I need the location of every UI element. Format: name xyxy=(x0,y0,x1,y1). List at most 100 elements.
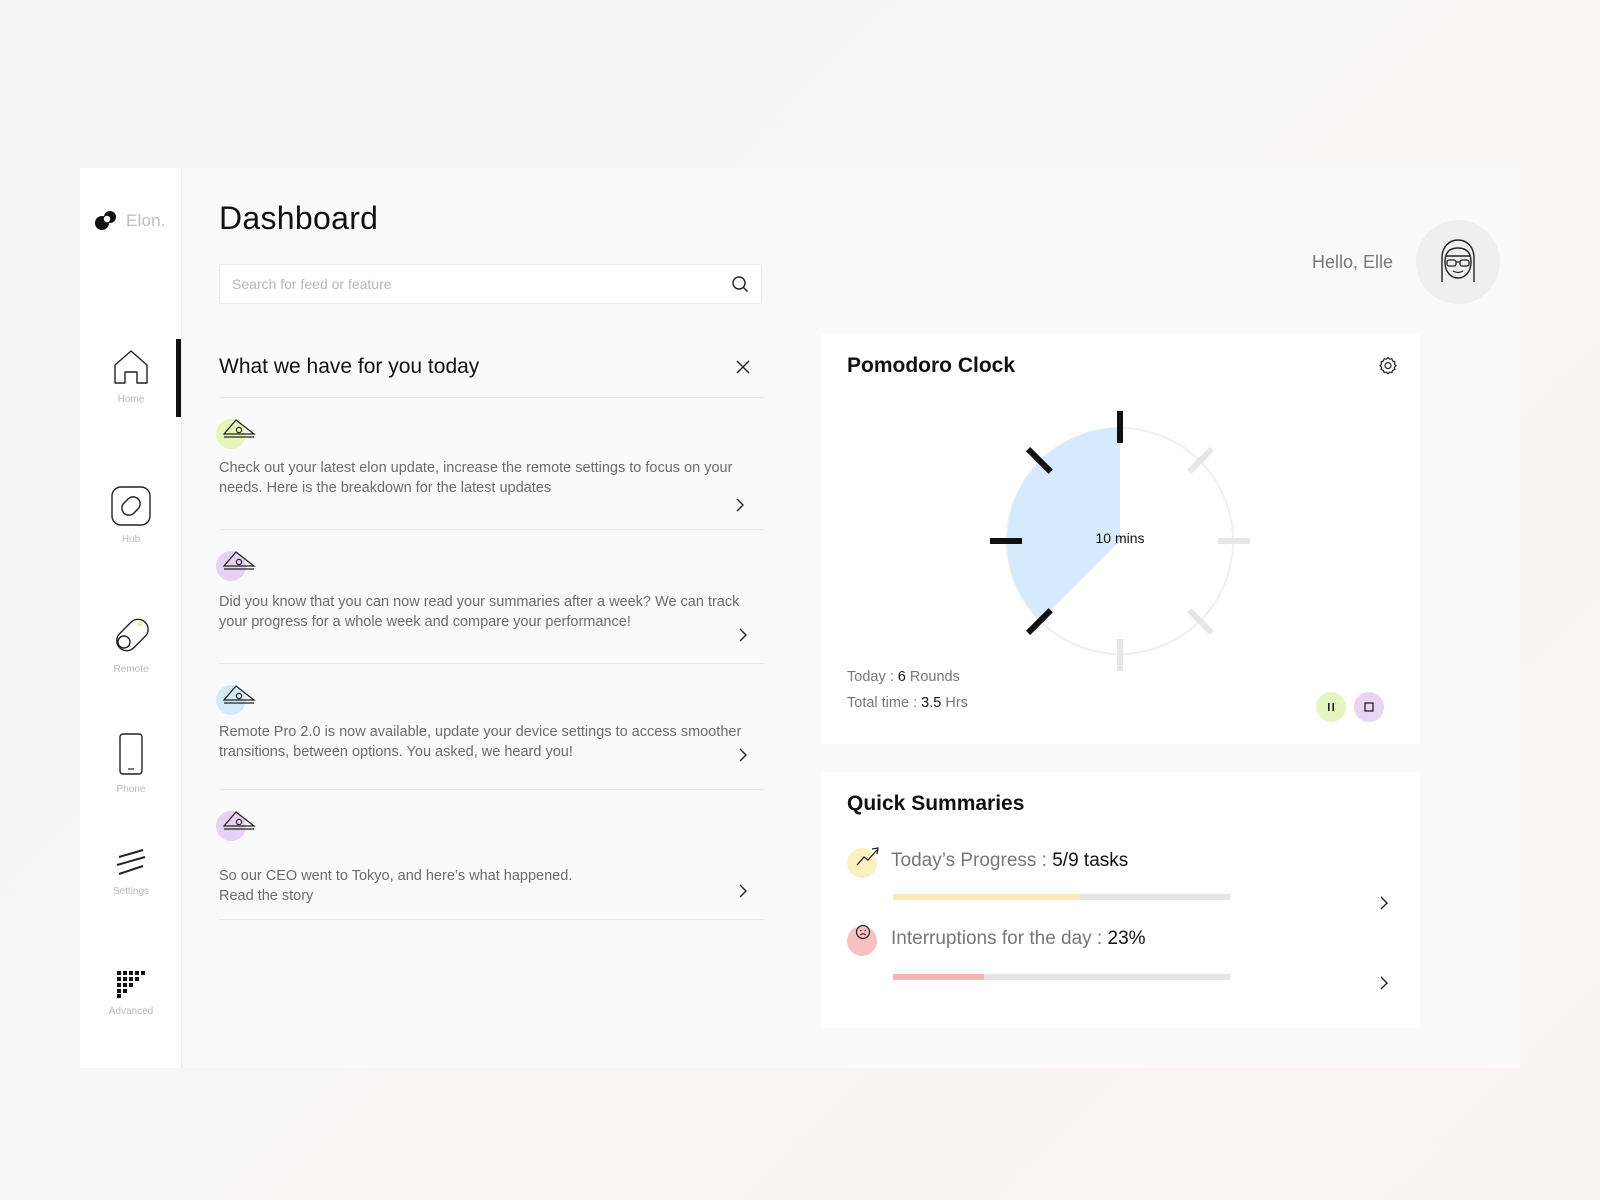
sidebar-item-settings[interactable]: Settings xyxy=(80,848,182,897)
total-value: 3.5 xyxy=(921,695,942,711)
sidebar: Elon. Home Hub Remote Phone Settings Adv… xyxy=(80,168,182,1068)
today-label: Today : xyxy=(847,669,898,685)
interruptions-label: Interruptions for the day : xyxy=(891,928,1108,949)
update-eye-icon xyxy=(222,551,256,570)
progress-label: Today’s Progress : xyxy=(891,850,1053,871)
chevron-right-icon xyxy=(739,628,747,642)
today-rounds: Today : 6 Rounds xyxy=(847,664,968,690)
feed-item-open-button[interactable] xyxy=(734,882,752,900)
sidebar-item-label: Home xyxy=(117,394,145,405)
progress-icon-badge xyxy=(847,847,879,878)
interruptions-text: Interruptions for the day : 23% xyxy=(891,928,1146,950)
grid-icon xyxy=(117,971,145,998)
sidebar-item-advanced[interactable]: Advanced xyxy=(80,970,182,1017)
today-value: 6 xyxy=(897,669,906,685)
avatar[interactable] xyxy=(1416,220,1500,304)
feed-item-badge xyxy=(216,416,262,450)
interruptions-icon-badge xyxy=(847,924,877,956)
total-time: Total time : 3.5 Hrs xyxy=(847,690,968,716)
feed-item-open-button[interactable] xyxy=(734,626,752,644)
sidebar-item-label: Advanced xyxy=(108,1006,154,1017)
progress-text: Today’s Progress : 5/9 tasks xyxy=(891,850,1128,872)
feed-item-text: Check out your latest elon update, incre… xyxy=(219,460,733,496)
settings-lines-icon xyxy=(116,849,146,875)
chevron-right-icon xyxy=(736,498,744,512)
pomodoro-stats: Today : 6 Rounds Total time : 3.5 Hrs xyxy=(847,664,968,716)
main-content: Dashboard Hello, Elle What we ha xyxy=(182,168,1520,1068)
feed-panel: What we have for you today Check out you… xyxy=(216,336,764,920)
clock-tick xyxy=(1187,446,1215,474)
chevron-right-icon xyxy=(1380,896,1388,910)
page-title: Dashboard xyxy=(219,200,379,236)
feed-item[interactable]: Did you know that you can now read your … xyxy=(216,530,764,664)
stop-icon xyxy=(1364,702,1374,712)
total-unit: Hrs xyxy=(941,695,968,711)
clock-elapsed-sector xyxy=(1007,428,1120,621)
interruptions-bar-fill xyxy=(893,974,984,980)
progress-value: 5/9 tasks xyxy=(1052,850,1129,871)
user-greeting: Hello, Elle xyxy=(1312,252,1394,272)
pause-icon xyxy=(1328,703,1334,711)
update-eye-icon xyxy=(222,811,256,830)
remote-icon xyxy=(116,618,149,652)
clock-remaining-label: 10 mins xyxy=(1095,530,1145,546)
pomodoro-card: Pomodoro Clock 10 mins Today : 6 Rounds … xyxy=(822,334,1420,744)
feed-header: What we have for you today xyxy=(219,336,764,398)
feed-item-text: Remote Pro 2.0 is now available, update … xyxy=(219,724,742,760)
hub-icon xyxy=(111,486,151,526)
sad-face-icon xyxy=(855,924,871,940)
pause-button[interactable] xyxy=(1316,692,1346,722)
sidebar-item-label: Phone xyxy=(116,784,146,795)
brand-mark-icon xyxy=(95,211,116,230)
search-input[interactable] xyxy=(232,276,731,292)
brand-name: Elon. xyxy=(126,211,166,230)
stop-button[interactable] xyxy=(1354,692,1384,722)
app-window: Elon. Home Hub Remote Phone Settings Adv… xyxy=(80,168,1520,1068)
search-bar xyxy=(219,264,762,304)
update-eye-icon xyxy=(222,685,256,704)
feed-item-badge xyxy=(216,682,262,716)
brand-logo[interactable]: Elon. xyxy=(94,210,166,232)
feed-item[interactable]: So our CEO went to Tokyo, and here’s wha… xyxy=(216,790,764,920)
quick-summaries-card: Quick Summaries Today’s Progress : 5/9 t… xyxy=(822,772,1420,1028)
pomodoro-title: Pomodoro Clock xyxy=(847,354,1016,377)
chevron-right-icon xyxy=(1380,976,1388,990)
phone-icon xyxy=(119,733,143,775)
feed-item-text: So our CEO went to Tokyo, and here’s wha… xyxy=(219,868,573,904)
clock-tick xyxy=(1187,608,1215,636)
close-button[interactable] xyxy=(730,354,756,380)
feed-item[interactable]: Remote Pro 2.0 is now available, update … xyxy=(216,664,764,790)
feed-item-badge xyxy=(216,548,262,582)
feed-item-badge xyxy=(216,808,262,842)
sidebar-item-label: Settings xyxy=(112,886,150,897)
interruptions-open-button[interactable] xyxy=(1375,974,1393,992)
today-unit: Rounds xyxy=(905,669,960,685)
feed-item-open-button[interactable] xyxy=(731,496,749,514)
feed-item-open-button[interactable] xyxy=(734,746,752,764)
feed-item-text: Did you know that you can now read your … xyxy=(219,594,740,630)
interruptions-value: 23% xyxy=(1107,928,1146,949)
progress-bar-fill xyxy=(893,894,1081,900)
pomodoro-settings-button[interactable] xyxy=(1378,356,1398,376)
gear-icon xyxy=(1379,356,1397,375)
trend-up-icon xyxy=(856,847,879,866)
total-label: Total time : xyxy=(847,695,922,711)
interruptions-bar xyxy=(893,974,1230,980)
close-icon xyxy=(736,360,750,373)
feed-title: What we have for you today xyxy=(219,354,480,378)
sidebar-item-home[interactable]: Home xyxy=(80,348,182,405)
chevron-right-icon xyxy=(739,748,747,762)
sidebar-item-label: Remote xyxy=(113,664,149,675)
search-icon[interactable] xyxy=(731,275,749,293)
summaries-title: Quick Summaries xyxy=(847,792,1025,815)
sidebar-item-hub[interactable]: Hub xyxy=(80,486,182,545)
progress-bar xyxy=(893,894,1230,900)
sidebar-item-label: Hub xyxy=(121,534,141,545)
user-avatar-icon xyxy=(1441,239,1475,282)
feed-item[interactable]: Check out your latest elon update, incre… xyxy=(216,398,764,530)
chevron-right-icon xyxy=(739,884,747,898)
home-icon xyxy=(114,350,148,384)
progress-open-button[interactable] xyxy=(1375,894,1393,912)
sidebar-item-phone[interactable]: Phone xyxy=(80,732,182,795)
sidebar-item-remote[interactable]: Remote xyxy=(80,614,182,675)
